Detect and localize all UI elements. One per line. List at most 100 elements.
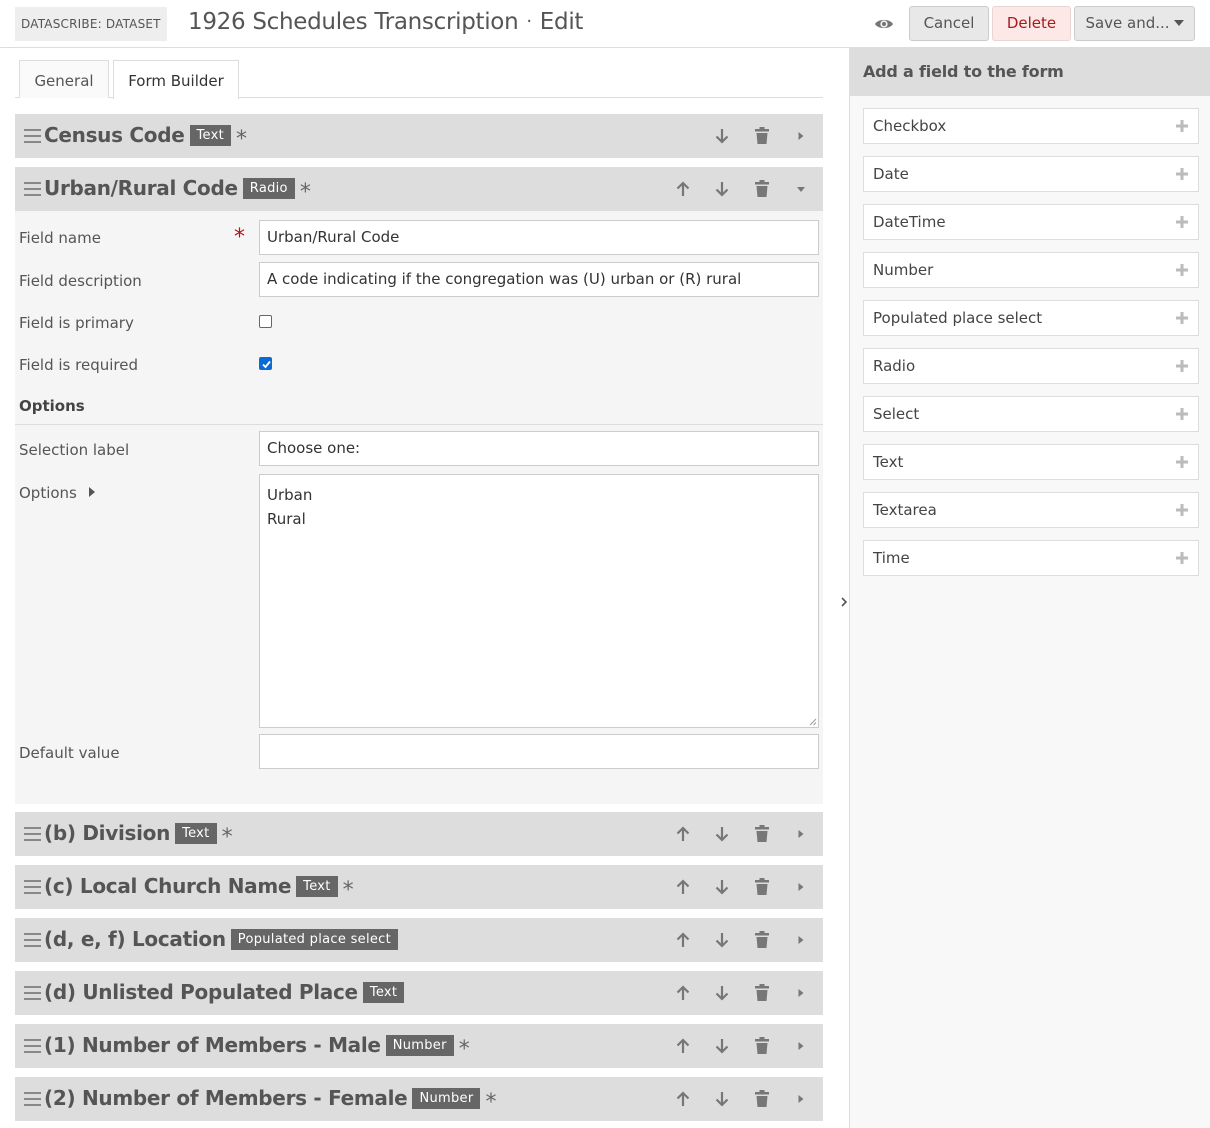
- cancel-button[interactable]: Cancel: [909, 6, 989, 41]
- default-value-input[interactable]: [259, 734, 819, 769]
- move-up-icon[interactable]: [674, 824, 692, 844]
- field-title: Urban/Rural Code Radio *: [44, 176, 311, 205]
- move-down-icon[interactable]: [713, 1036, 731, 1056]
- field-row-census-code[interactable]: Census Code Text *: [15, 114, 823, 158]
- add-field-date[interactable]: Date: [863, 156, 1199, 192]
- collapse-sidebar-icon[interactable]: [840, 596, 848, 608]
- trash-icon[interactable]: [753, 126, 771, 146]
- field-label: (1) Number of Members - Male: [44, 1033, 381, 1057]
- move-down-icon[interactable]: [713, 983, 731, 1003]
- selection-label-input[interactable]: Choose one:: [259, 431, 819, 466]
- field-type-badge: Number: [385, 1035, 454, 1056]
- add-field-checkbox[interactable]: Checkbox: [863, 108, 1199, 144]
- field-primary-checkbox[interactable]: [259, 315, 272, 328]
- field-required-label: Field is required: [19, 356, 138, 374]
- field-row-urban-rural-code[interactable]: Urban/Rural Code Radio *: [15, 167, 823, 211]
- caret-right-icon[interactable]: [792, 930, 810, 950]
- plus-icon: [1176, 168, 1188, 180]
- drag-handle-icon[interactable]: [24, 1039, 41, 1053]
- field-row-unlisted-populated-place[interactable]: (d) Unlisted Populated Place Text: [15, 971, 823, 1015]
- add-field-populated-place-select[interactable]: Populated place select: [863, 300, 1199, 336]
- required-icon: *: [485, 1090, 497, 1115]
- move-up-icon[interactable]: [674, 1036, 692, 1056]
- move-down-icon[interactable]: [713, 930, 731, 950]
- caret-right-icon[interactable]: [792, 877, 810, 897]
- add-field-textarea[interactable]: Textarea: [863, 492, 1199, 528]
- trash-icon[interactable]: [753, 1089, 771, 1109]
- caret-down-icon[interactable]: [792, 179, 810, 199]
- field-row-division[interactable]: (b) Division Text *: [15, 812, 823, 856]
- caret-right-icon: [88, 487, 95, 497]
- move-up-icon[interactable]: [674, 983, 692, 1003]
- caret-right-icon[interactable]: [792, 1089, 810, 1109]
- save-and-button[interactable]: Save and...: [1074, 6, 1195, 41]
- caret-right-icon[interactable]: [792, 126, 810, 146]
- drag-handle-icon[interactable]: [24, 827, 41, 841]
- field-row-location[interactable]: (d, e, f) Location Populated place select: [15, 918, 823, 962]
- drag-handle-icon[interactable]: [24, 129, 41, 143]
- options-toggle[interactable]: Options: [19, 484, 95, 502]
- field-title: Census Code Text *: [44, 123, 247, 152]
- move-down-icon[interactable]: [713, 179, 731, 199]
- field-required-checkbox[interactable]: [259, 357, 272, 370]
- add-field-label: Text: [873, 453, 904, 471]
- field-type-badge: Populated place select: [230, 929, 398, 950]
- field-description-input[interactable]: A code indicating if the congregation wa…: [259, 262, 819, 297]
- add-field-time[interactable]: Time: [863, 540, 1199, 576]
- trash-icon[interactable]: [753, 1036, 771, 1056]
- eye-icon[interactable]: [874, 15, 894, 33]
- trash-icon[interactable]: [753, 983, 771, 1003]
- field-name-label: Field name: [19, 229, 101, 247]
- options-textarea[interactable]: Urban Rural: [259, 474, 819, 728]
- move-down-icon[interactable]: [713, 126, 731, 146]
- tab-general[interactable]: General: [19, 60, 109, 98]
- move-down-icon[interactable]: [713, 1089, 731, 1109]
- page-title: 1926 Schedules Transcription · Edit: [188, 9, 583, 35]
- move-down-icon[interactable]: [713, 824, 731, 844]
- trash-icon[interactable]: [753, 824, 771, 844]
- caret-right-icon[interactable]: [792, 1036, 810, 1056]
- field-row-members-female[interactable]: (2) Number of Members - Female Number *: [15, 1077, 823, 1121]
- tab-form-builder[interactable]: Form Builder: [113, 60, 239, 99]
- field-name-input[interactable]: Urban/Rural Code: [259, 220, 819, 255]
- page-action: Edit: [539, 9, 584, 35]
- trash-icon[interactable]: [753, 930, 771, 950]
- trash-icon[interactable]: [753, 877, 771, 897]
- resize-handle-icon[interactable]: [809, 718, 817, 726]
- caret-right-icon[interactable]: [792, 824, 810, 844]
- add-field-number[interactable]: Number: [863, 252, 1199, 288]
- move-up-icon[interactable]: [674, 877, 692, 897]
- plus-icon: [1176, 360, 1188, 372]
- plus-icon: [1176, 216, 1188, 228]
- field-row-members-male[interactable]: (1) Number of Members - Male Number *: [15, 1024, 823, 1068]
- add-field-label: Date: [873, 165, 909, 183]
- delete-button[interactable]: Delete: [992, 6, 1071, 41]
- trash-icon[interactable]: [753, 179, 771, 199]
- title-separator: ·: [526, 11, 532, 32]
- field-row-local-church-name[interactable]: (c) Local Church Name Text *: [15, 865, 823, 909]
- add-field-datetime[interactable]: DateTime: [863, 204, 1199, 240]
- add-field-radio[interactable]: Radio: [863, 348, 1199, 384]
- add-field-select[interactable]: Select: [863, 396, 1199, 432]
- move-down-icon[interactable]: [713, 877, 731, 897]
- required-icon: *: [234, 225, 245, 250]
- add-field-text[interactable]: Text: [863, 444, 1199, 480]
- required-icon: *: [236, 127, 247, 152]
- field-type-badge: Text: [296, 876, 338, 897]
- drag-handle-icon[interactable]: [24, 880, 41, 894]
- field-label: (c) Local Church Name: [44, 874, 292, 898]
- move-up-icon[interactable]: [674, 930, 692, 950]
- drag-handle-icon[interactable]: [24, 986, 41, 1000]
- drag-handle-icon[interactable]: [24, 1092, 41, 1106]
- plus-icon: [1176, 504, 1188, 516]
- field-type-badge: Text: [175, 823, 217, 844]
- add-field-label: Select: [873, 405, 920, 423]
- required-icon: *: [342, 878, 354, 903]
- move-up-icon[interactable]: [674, 179, 692, 199]
- field-description-label: Field description: [19, 272, 142, 290]
- move-up-icon[interactable]: [674, 1089, 692, 1109]
- drag-handle-icon[interactable]: [24, 182, 41, 196]
- caret-right-icon[interactable]: [792, 983, 810, 1003]
- field-title: (2) Number of Members - Female Number *: [44, 1086, 496, 1115]
- drag-handle-icon[interactable]: [24, 933, 41, 947]
